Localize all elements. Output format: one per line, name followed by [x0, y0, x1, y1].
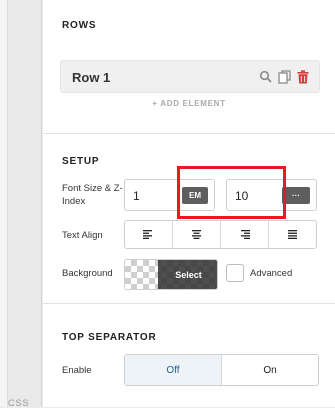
- highlight-box: [177, 166, 286, 219]
- background-select-button[interactable]: Select: [158, 260, 217, 289]
- text-align-group: [124, 220, 317, 249]
- search-icon[interactable]: [259, 70, 272, 84]
- advanced-label: Advanced: [250, 268, 293, 279]
- trash-icon[interactable]: [297, 70, 309, 84]
- add-element-button[interactable]: + ADD ELEMENT: [43, 99, 335, 108]
- left-gutter: CSS: [0, 0, 42, 408]
- top-separator-section: TOP SEPARATOR Enable Off On: [43, 304, 335, 407]
- rows-section: ROWS Row 1 + ADD ELEMENT: [43, 0, 335, 134]
- row-actions: [259, 70, 309, 84]
- align-justify-icon[interactable]: [269, 221, 316, 248]
- align-right-icon[interactable]: [221, 221, 269, 248]
- align-center-icon[interactable]: [173, 221, 221, 248]
- enable-on-option[interactable]: On: [222, 355, 318, 385]
- z-index-menu-button[interactable]: ···: [282, 187, 310, 204]
- font-size-value: 1: [133, 189, 140, 203]
- rows-title: ROWS: [62, 20, 97, 31]
- setup-section: SETUP Font Size & Z-Index 1 EM 10 ··· Te…: [43, 134, 335, 304]
- gutter-strip: [0, 0, 8, 407]
- advanced-checkbox[interactable]: [226, 264, 244, 282]
- row-label: Row 1: [72, 70, 111, 85]
- row-item[interactable]: Row 1: [60, 60, 320, 93]
- enable-toggle-group: Off On: [124, 354, 319, 386]
- align-left-icon[interactable]: [125, 221, 173, 248]
- font-size-label: Font Size & Z-Index: [62, 183, 123, 207]
- top-separator-title: TOP SEPARATOR: [62, 332, 157, 343]
- background-color-picker[interactable]: Select: [124, 259, 218, 290]
- background-label: Background: [62, 268, 113, 279]
- enable-label: Enable: [62, 365, 92, 376]
- copy-icon[interactable]: [278, 70, 291, 84]
- text-align-label: Text Align: [62, 230, 103, 241]
- enable-off-option[interactable]: Off: [125, 355, 222, 385]
- setup-title: SETUP: [62, 156, 100, 167]
